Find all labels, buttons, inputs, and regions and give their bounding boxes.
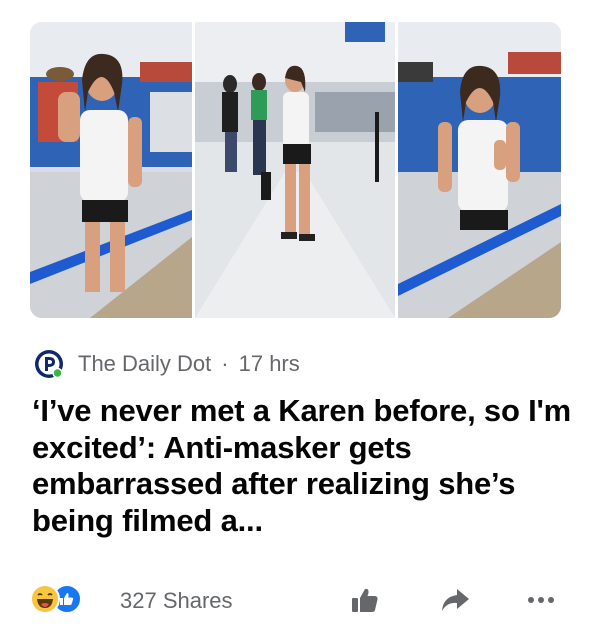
share-icon (442, 589, 469, 611)
store-frame-woman-shouting (30, 22, 192, 318)
image-frame-right[interactable] (398, 22, 561, 318)
article-headline[interactable]: ‘I’ve never met a Karen before, so I'm e… (32, 393, 572, 539)
more-options-button[interactable] (524, 584, 558, 616)
source-row[interactable]: The Daily Dot · 17 hrs (34, 349, 300, 379)
post-image-collage[interactable] (30, 22, 561, 318)
source-name[interactable]: The Daily Dot (78, 351, 211, 377)
daily-dot-logo-icon[interactable] (34, 349, 64, 379)
share-button[interactable] (438, 584, 472, 616)
separator-dot: · (221, 351, 229, 376)
like-button[interactable] (348, 584, 382, 616)
store-frame-woman-talking (398, 22, 561, 318)
reaction-summary[interactable] (30, 584, 90, 616)
store-frame-woman-walking (195, 22, 395, 318)
image-frame-left[interactable] (30, 22, 192, 318)
more-icon (528, 597, 554, 603)
post-footer: 327 Shares (30, 580, 561, 620)
haha-reaction-icon (30, 584, 60, 614)
image-frame-middle[interactable] (195, 22, 395, 318)
like-icon (352, 588, 378, 612)
post-timestamp[interactable]: 17 hrs (239, 351, 300, 377)
link-post-card: The Daily Dot · 17 hrs ‘I’ve never met a… (0, 0, 591, 640)
shares-count[interactable]: 327 Shares (120, 588, 233, 614)
